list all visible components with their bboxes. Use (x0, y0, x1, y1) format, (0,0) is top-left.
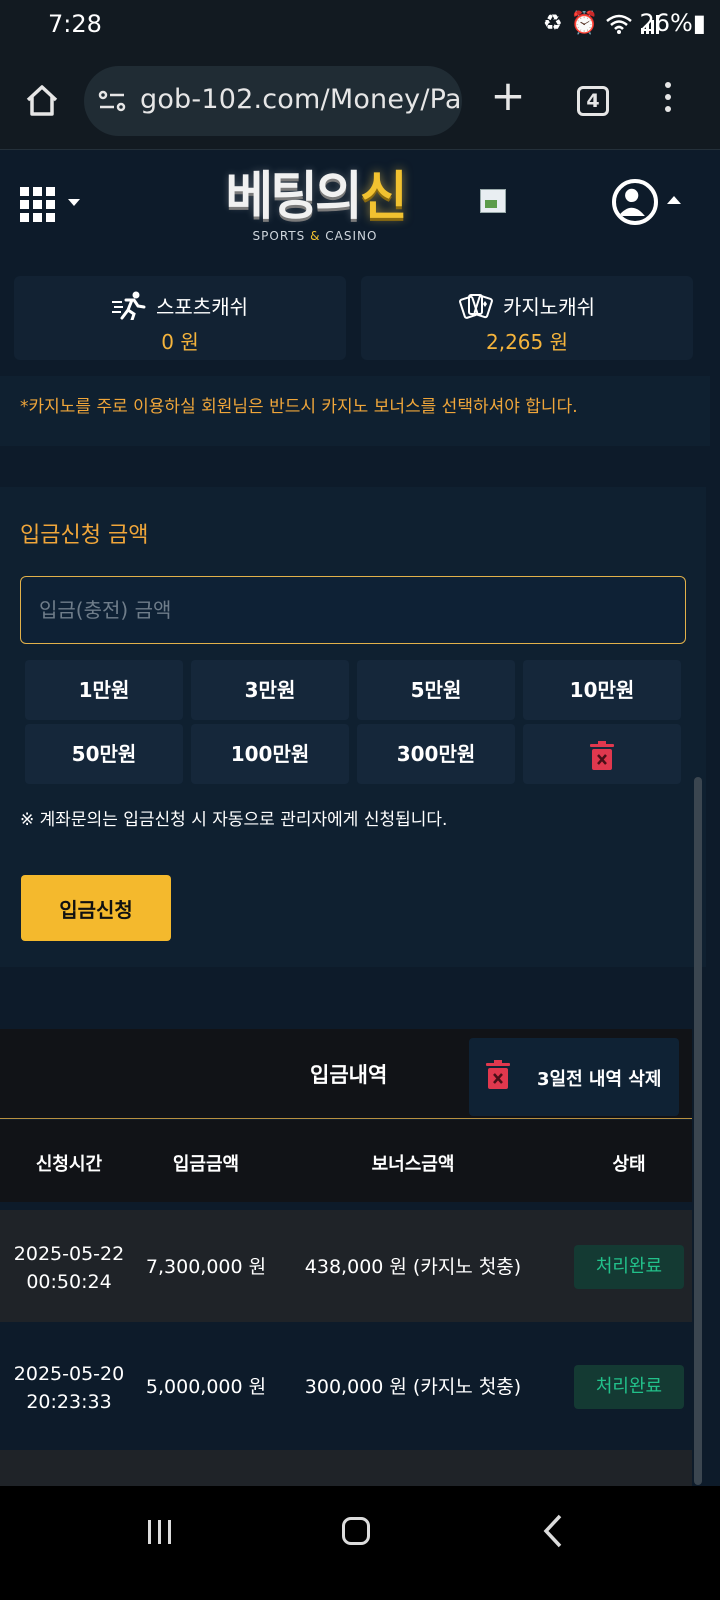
delete-old-history-label: 3일전 내역 삭제 (537, 1069, 662, 1090)
address-bar[interactable]: gob-102.com/Money/Pay (84, 66, 462, 136)
request-clock-time: 20:23:33 (26, 1391, 112, 1413)
url-text: gob-102.com/Money/Pay (140, 84, 462, 115)
request-clock-time: 00:50:24 (26, 1271, 112, 1293)
request-time-cell: 2025-05-22 00:50:24 (10, 1240, 128, 1296)
back-icon[interactable] (543, 1514, 563, 1548)
bonus-amount-cell: 438,000 원 (카지노 첫충) (304, 1256, 522, 1278)
battery-level: 26%▮ (639, 9, 706, 37)
battery-text: 26% (639, 9, 693, 37)
logo-tagline-right: CASINO (325, 229, 378, 243)
deposit-amount-cell: 7,300,000 원 (145, 1256, 267, 1278)
logo-text-main: 베팅의 (225, 167, 363, 227)
page-scrollbar[interactable] (694, 777, 702, 1485)
sports-cash-title: 스포츠캐쉬 (14, 290, 346, 320)
recent-apps-icon[interactable] (146, 1518, 174, 1546)
column-header-status: 상태 (612, 1154, 646, 1175)
amount-500k-button[interactable]: 50만원 (25, 724, 183, 784)
trash-icon (590, 740, 614, 770)
status-bar: 7:28 ♻ ⏰ 26%▮ (0, 0, 720, 50)
deposit-amount-label: 입금신청 금액 (20, 523, 149, 548)
deposit-request-panel: 입금신청 금액 1만원 3만원 5만원 10만원 50만원 100만원 300만… (0, 487, 706, 967)
caret-down-icon (68, 199, 80, 206)
history-table-header: 신청시간 입금금액 보너스금액 상태 (0, 1120, 692, 1202)
site-logo[interactable]: 베팅의신 SPORTS & CASINO (200, 167, 430, 257)
caret-up-icon (667, 196, 681, 204)
status-badge: 처리완료 (574, 1365, 684, 1409)
menu-grid-button[interactable] (20, 187, 80, 227)
request-time-cell: 2025-05-20 20:23:33 (10, 1360, 128, 1416)
column-header-deposit-amount: 입금금액 (172, 1154, 240, 1175)
home-icon[interactable] (22, 80, 62, 120)
amount-1m-button[interactable]: 100만원 (191, 724, 349, 784)
request-date: 2025-05-20 (13, 1363, 125, 1385)
amount-3m-button[interactable]: 300만원 (357, 724, 515, 784)
bonus-notice-text: *카지노를 주로 이용하실 회원님은 반드시 카지노 보너스를 선택하셔야 합니… (20, 397, 578, 417)
deposit-amount-input[interactable] (20, 576, 686, 644)
wifi-icon (606, 14, 632, 34)
delete-old-history-button[interactable]: 3일전 내역 삭제 (469, 1038, 679, 1116)
bonus-notice: *카지노를 주로 이용하실 회원님은 반드시 카지노 보너스를 선택하셔야 합니… (0, 376, 710, 446)
logo-text-accent: 신 (359, 167, 408, 227)
battery-icon: ▮ (692, 9, 706, 37)
deposit-history-header: 입금내역 3일전 내역 삭제 (0, 1029, 692, 1119)
casino-cash-title: 카지노캐쉬 (361, 290, 693, 320)
amount-100k-button[interactable]: 10만원 (523, 660, 681, 720)
home-nav-icon[interactable] (342, 1517, 370, 1545)
amount-10k-button[interactable]: 1만원 (25, 660, 183, 720)
alarm-icon: ⏰ (570, 11, 598, 36)
account-inquiry-helper: ※ 계좌문의는 입금신청 시 자동으로 관리자에게 신청됩니다. (20, 810, 448, 830)
logo-tagline-left: SPORTS (252, 229, 306, 243)
clear-amount-button[interactable] (523, 724, 681, 784)
running-icon (112, 291, 146, 320)
browser-toolbar: gob-102.com/Money/Pay + 4 (0, 50, 720, 150)
table-row-partial (0, 1450, 692, 1490)
trash-icon (486, 1060, 510, 1089)
logo-wordmark: 베팅의신 (200, 167, 430, 227)
deposit-submit-button[interactable]: 입금신청 (21, 875, 171, 941)
table-row: 2025-05-22 00:50:24 7,300,000 원 438,000 원… (0, 1210, 692, 1322)
logo-tagline: SPORTS & CASINO (200, 229, 430, 243)
sports-cash-label: 스포츠캐쉬 (156, 294, 248, 319)
site-settings-icon[interactable] (98, 89, 126, 113)
deposit-history-title: 입금내역 (310, 1063, 388, 1087)
user-avatar-icon (612, 179, 658, 225)
request-date: 2025-05-22 (13, 1243, 125, 1265)
amount-50k-button[interactable]: 5만원 (357, 660, 515, 720)
recycle-icon: ♻ (542, 11, 563, 36)
new-tab-button[interactable]: + (488, 75, 528, 118)
tab-switcher-button[interactable]: 4 (577, 86, 609, 116)
table-row: 2025-05-20 20:23:33 5,000,000 원 300,000 원… (0, 1330, 692, 1442)
sports-cash-value: 0 원 (161, 330, 199, 354)
grid-icon (20, 187, 55, 222)
column-header-bonus-amount: 보너스금액 (371, 1154, 455, 1175)
column-header-request-time: 신청시간 (35, 1154, 103, 1175)
status-time: 7:28 (48, 10, 102, 38)
system-navigation-bar (0, 1486, 720, 1600)
casino-cash-card: 카지노캐쉬 2,265 원 (361, 276, 693, 360)
sports-cash-card: 스포츠캐쉬 0 원 (14, 276, 346, 360)
broken-image-icon (480, 189, 506, 213)
casino-cash-value: 2,265 원 (485, 330, 568, 354)
amount-30k-button[interactable]: 3만원 (191, 660, 349, 720)
user-menu-button[interactable] (612, 179, 682, 227)
deposit-amount-cell: 5,000,000 원 (145, 1376, 267, 1398)
casino-cash-label: 카지노캐쉬 (503, 294, 595, 319)
cards-icon (459, 294, 493, 319)
site-header: 베팅의신 SPORTS & CASINO (0, 151, 720, 261)
browser-menu-button[interactable] (662, 82, 674, 118)
logo-tagline-amp: & (310, 229, 321, 243)
bonus-amount-cell: 300,000 원 (카지노 첫충) (304, 1376, 522, 1398)
status-badge: 처리완료 (574, 1245, 684, 1289)
